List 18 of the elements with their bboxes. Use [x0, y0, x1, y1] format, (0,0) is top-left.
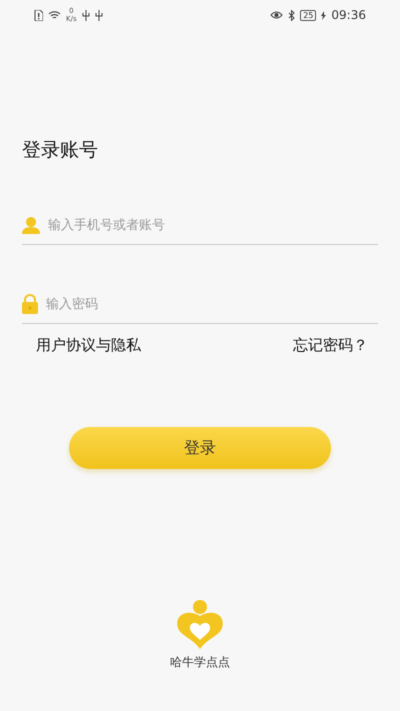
- usb-icon: [82, 10, 90, 20]
- bluetooth-icon: [288, 10, 296, 20]
- forgot-password-link[interactable]: 忘记密码？: [293, 336, 368, 355]
- agreement-link[interactable]: 用户协议与隐私: [36, 336, 141, 355]
- wifi-icon: [48, 10, 61, 20]
- sim-alert-icon: [34, 10, 43, 20]
- login-button[interactable]: 登录: [69, 427, 331, 469]
- charging-icon: [321, 10, 326, 20]
- app-name: 哈牛学点点: [170, 654, 230, 671]
- eye-icon: [270, 10, 284, 20]
- usb-icon: [94, 10, 103, 20]
- user-icon: [22, 216, 40, 234]
- clock-time: 09:36: [331, 8, 366, 22]
- battery-level: 25: [300, 10, 316, 20]
- lock-icon: [22, 294, 38, 314]
- page-title: 登录账号: [22, 138, 99, 163]
- input-field[interactable]: 输入手机号或者账号: [48, 218, 378, 232]
- input-field[interactable]: 输入密码: [46, 296, 378, 312]
